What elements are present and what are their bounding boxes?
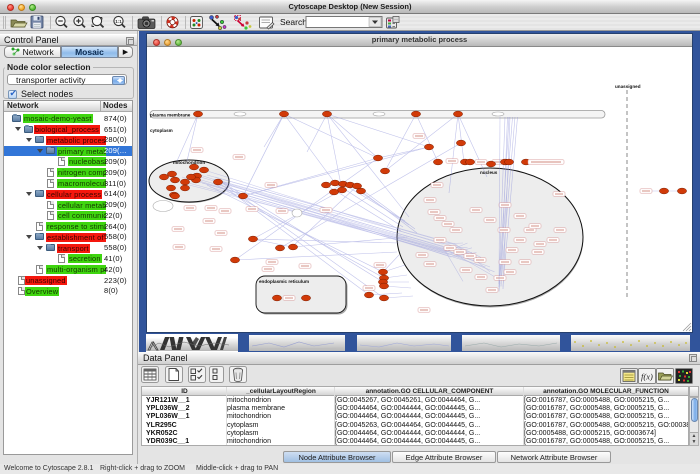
svg-text:cytoplasm: cytoplasm — [150, 128, 173, 133]
svg-text:1:1: 1:1 — [115, 19, 122, 24]
svg-text:plasma membrane: plasma membrane — [150, 112, 191, 117]
svg-text:endoplasmic reticulum: endoplasmic reticulum — [259, 279, 309, 284]
svg-text:Search:: Search: — [280, 17, 309, 27]
svg-text:nucleus: nucleus — [480, 170, 498, 175]
svg-text:f(x): f(x) — [641, 372, 653, 382]
svg-text:mitochondrion: mitochondrion — [173, 160, 205, 165]
svg-text:unassigned: unassigned — [615, 84, 641, 89]
